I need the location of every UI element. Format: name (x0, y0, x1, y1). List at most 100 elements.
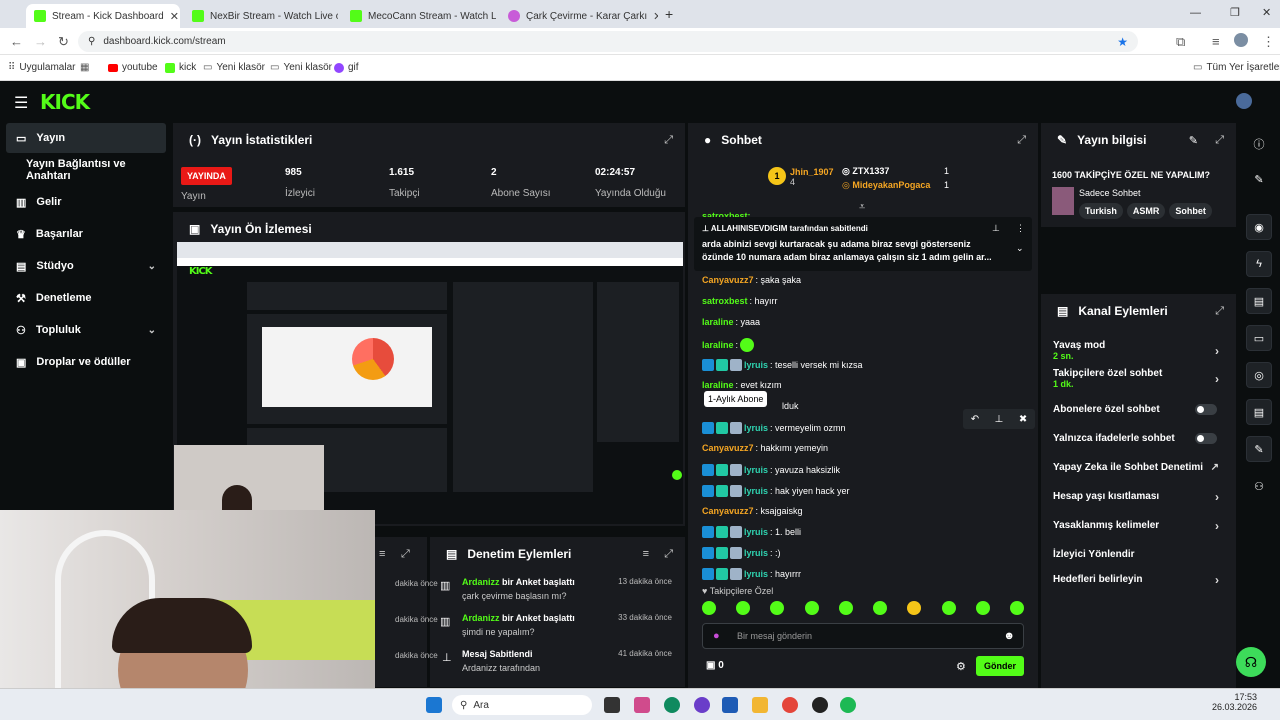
taskview-icon[interactable] (604, 697, 620, 713)
chat-message[interactable]: lyruis: :) (702, 547, 781, 559)
delete-icon[interactable]: ✖ (1019, 414, 1027, 425)
emote-icon[interactable] (873, 601, 888, 615)
chat-username[interactable]: lyruis (744, 486, 768, 496)
chat-username[interactable]: Canyavuzz7 (702, 275, 754, 285)
explorer-icon[interactable] (752, 697, 768, 713)
windows-start-icon[interactable] (426, 697, 442, 713)
expand-icon[interactable]: ⤢ (401, 548, 410, 561)
chat-username[interactable]: lyruis (744, 423, 768, 433)
bookmark-folder[interactable]: ▭ Yeni klasör (203, 62, 265, 73)
chat-badge-icon[interactable] (730, 568, 742, 580)
emote-icon[interactable] (770, 601, 785, 615)
sidebar-item-yayin[interactable]: ▭ Yayın (6, 123, 166, 153)
chat-message[interactable]: laraline: evet kızım (702, 380, 782, 390)
chat-username[interactable]: laraline (702, 340, 734, 350)
forward-icon[interactable]: → (34, 34, 47, 49)
chat-badge-icon[interactable] (716, 485, 728, 497)
chat-badge-icon[interactable] (716, 526, 728, 538)
channel-action-item[interactable]: Hedefleri belirleyin › (1053, 573, 1233, 587)
channel-action-item[interactable]: Yavaş mod 2 sn. › (1053, 340, 1233, 361)
chat-message[interactable]: lyruis: vermeyelim ozmn (702, 422, 846, 434)
emote-icon[interactable] (736, 601, 751, 615)
user-avatar[interactable] (1236, 93, 1252, 109)
top-gifter-1[interactable]: Jhin_1907 4 (790, 167, 834, 187)
groups-icon[interactable]: ⚇ (1246, 473, 1272, 499)
edge-icon[interactable] (664, 697, 680, 713)
chat-badge-icon[interactable] (730, 464, 742, 476)
store-icon[interactable] (722, 697, 738, 713)
bookmark-youtube[interactable]: youtube (108, 62, 158, 73)
spotify-icon[interactable] (840, 697, 856, 713)
tag[interactable]: Turkish (1079, 203, 1123, 219)
chat-badge-icon[interactable] (702, 526, 714, 538)
lightning-icon[interactable]: ϟ (1246, 251, 1272, 277)
pencil-icon[interactable]: ✎ (1246, 166, 1272, 192)
toggle-switch[interactable] (1195, 404, 1217, 415)
bookmark-apps[interactable]: ⠿ Uygulamalar (8, 62, 75, 73)
bookmark-star-icon[interactable]: ★ (1117, 35, 1128, 49)
browser-tab[interactable]: Stream - Kick Dashboard ✕ (26, 4, 180, 28)
chat-message[interactable]: laraline: yaaa (702, 317, 760, 327)
chat-badge-icon[interactable] (716, 422, 728, 434)
close-icon[interactable]: ✕ (170, 10, 179, 23)
chat-badge-icon[interactable] (716, 359, 728, 371)
emote-icon[interactable] (941, 601, 956, 615)
chat-username[interactable]: laraline (702, 380, 734, 390)
expand-icon[interactable]: ⤢ (1215, 134, 1224, 147)
profile-avatar[interactable] (1234, 33, 1248, 47)
emote-icon[interactable] (804, 601, 819, 615)
chat-message[interactable]: Canyavuzz7: hakkımı yemeyin (702, 443, 828, 453)
more-options-icon[interactable]: ⋮ (1016, 223, 1025, 234)
wrench-icon[interactable]: ✎ (1246, 436, 1272, 462)
chat-message[interactable]: lyruis: teselli versek mi kızsa (702, 359, 863, 371)
url-bar[interactable]: ⚲ dashboard.kick.com/stream ★ (78, 31, 1138, 52)
sidebar-item-studyo[interactable]: ▤ Stüdyo ⌄ (6, 251, 166, 281)
chat-message[interactable]: lduk (780, 401, 799, 411)
chevron-down-icon[interactable]: ⌄ (1016, 243, 1024, 254)
sidebar-item-gelir[interactable]: ▥ Gelir (6, 187, 166, 217)
chat-message[interactable]: lyruis: 1. belli (702, 526, 801, 538)
sidebar-item-topluluk[interactable]: ⚇ Topluluk ⌄ (6, 315, 166, 345)
chat-badge-icon[interactable] (730, 359, 742, 371)
expand-icon[interactable]: ⤢ (1215, 305, 1224, 318)
chat-input[interactable]: ● Bir mesaj gönderin ☻ (702, 623, 1024, 649)
chat-username[interactable]: lyruis (744, 548, 768, 558)
sidebar-item-basarilar[interactable]: ♛ Başarılar (6, 219, 166, 249)
chrome-icon[interactable] (782, 697, 798, 713)
top-gifter-3[interactable]: ◎ MideyakanPogaca (842, 180, 930, 191)
clipboard-icon[interactable]: ▤ (1246, 288, 1272, 314)
extensions-icon[interactable]: ⧉ (1176, 34, 1185, 50)
collapse-icon[interactable]: ⩡ (859, 201, 865, 214)
close-icon[interactable]: ✕ (653, 10, 658, 23)
chat-message[interactable]: satroxbest: hayırr (702, 296, 778, 306)
filter-icon[interactable]: ≡ (643, 548, 649, 560)
emote-icon[interactable] (907, 601, 922, 615)
chat-badge-icon[interactable] (702, 359, 714, 371)
chat-badge-icon[interactable] (716, 547, 728, 559)
chat-badge-icon[interactable] (702, 568, 714, 580)
channel-action-item[interactable]: Yasaklanmış kelimeler › (1053, 519, 1233, 533)
info-icon[interactable]: ⓘ (1246, 131, 1272, 157)
taskbar-clock[interactable]: 17:53 26.03.2026 (1212, 692, 1257, 712)
menu-icon[interactable]: ⋮ (1262, 34, 1275, 50)
chat-badge-icon[interactable] (730, 526, 742, 538)
reply-icon[interactable]: ↶ (971, 414, 979, 425)
chat-username[interactable]: lyruis (744, 527, 768, 537)
channel-action-item[interactable]: Takipçilere özel sohbet 1 dk. › (1053, 368, 1233, 389)
emoji-icon[interactable]: ☻ (1003, 630, 1015, 642)
chat-message[interactable]: Canyavuzz7: şaka şaka (702, 275, 801, 285)
chat-username[interactable]: Canyavuzz7 (702, 506, 754, 516)
chat-badge-icon[interactable] (716, 568, 728, 580)
category-name[interactable]: Sadece Sohbet (1079, 188, 1141, 198)
channel-points[interactable]: ▣ 0 (706, 660, 724, 671)
channel-action-item[interactable]: Hesap yaşı kısıtlaması › (1053, 490, 1233, 504)
tag[interactable]: ASMR (1126, 203, 1166, 219)
chat-badge-icon[interactable] (730, 422, 742, 434)
support-icon[interactable]: ☊ (1236, 647, 1266, 677)
bookmark-gif[interactable]: gif (334, 62, 359, 73)
bookmark-grid[interactable]: ▦ (80, 62, 89, 73)
unpin-icon[interactable]: ⊥ (992, 223, 1000, 234)
bookmark-kick[interactable]: kick (165, 62, 196, 73)
chat-message[interactable]: laraline: (702, 338, 755, 352)
emote-icon[interactable] (702, 601, 716, 615)
